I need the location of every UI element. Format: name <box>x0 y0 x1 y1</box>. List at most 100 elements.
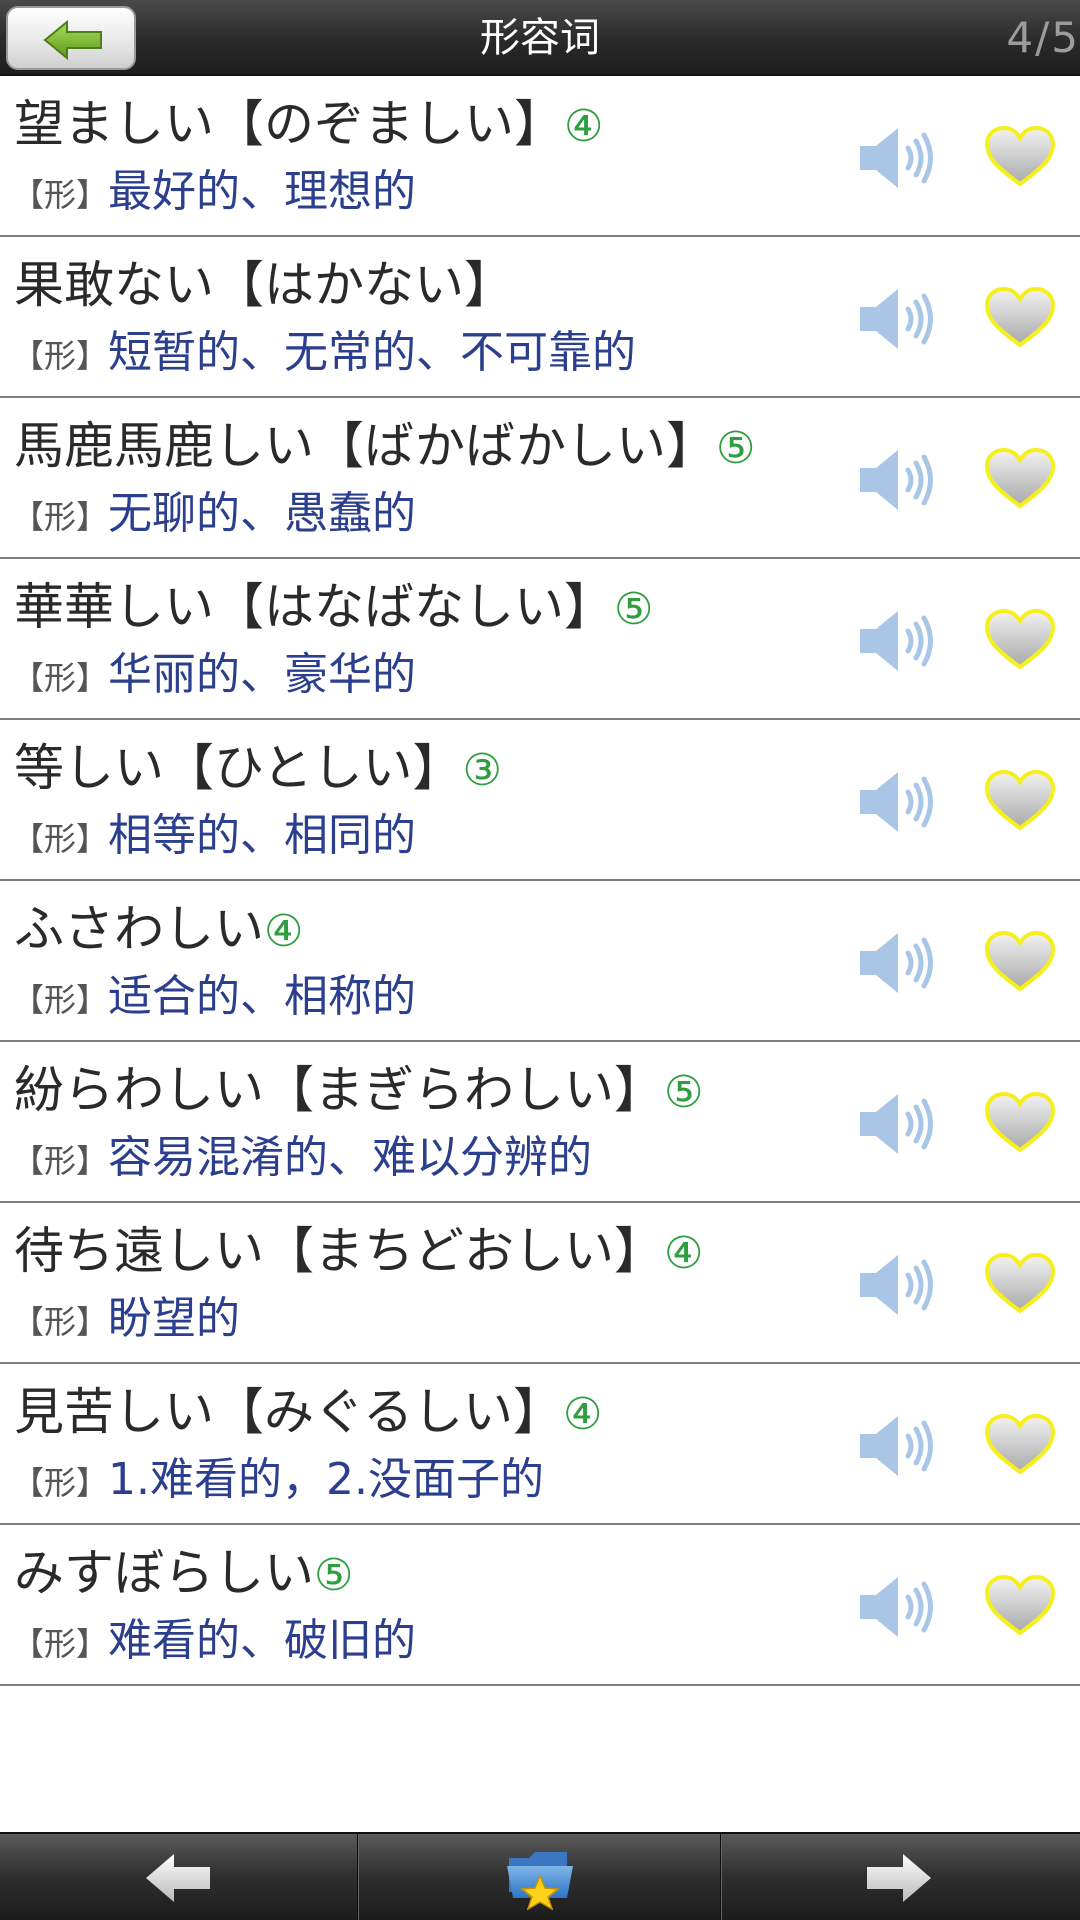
speaker-button[interactable] <box>858 285 938 353</box>
favorite-button[interactable] <box>984 930 1056 993</box>
word-row[interactable]: 見苦しい【みぐるしい】④ 【形】1.难看的，2.没面子的 <box>0 1364 1080 1525</box>
meaning-text: 短暂的、无常的、不可靠的 <box>108 327 637 378</box>
part-of-speech: 【形】 <box>12 981 109 1019</box>
favorite-button[interactable] <box>984 1252 1056 1315</box>
word-line: 紛らわしい【まぎらわしい】⑤ <box>14 1058 703 1122</box>
word-row[interactable]: みすぼらしい⑤ 【形】难看的、破旧的 <box>0 1525 1080 1686</box>
meaning-text: 最好的、理想的 <box>108 166 417 217</box>
word-text: 見苦しい【みぐるしい】 <box>14 1383 563 1441</box>
jlpt-level: ⑤ <box>716 423 756 474</box>
speaker-icon <box>860 611 933 671</box>
favorite-button[interactable] <box>984 1091 1056 1154</box>
part-of-speech: 【形】 <box>12 176 109 214</box>
speaker-button[interactable] <box>858 1573 938 1641</box>
toolbar-divider <box>720 1834 722 1920</box>
speaker-icon <box>860 1255 933 1315</box>
favorites-folder-button[interactable] <box>360 1834 720 1920</box>
meaning-line: 【形】容易混淆的、难以分辨的 <box>12 1130 592 1186</box>
jlpt-level: ④ <box>563 1389 603 1440</box>
speaker-button[interactable] <box>858 1412 938 1480</box>
speaker-button[interactable] <box>858 607 938 675</box>
heart-icon <box>984 286 1056 348</box>
part-of-speech: 【形】 <box>12 337 109 375</box>
meaning-line: 【形】华丽的、豪华的 <box>12 647 416 703</box>
heart-icon <box>984 930 1056 992</box>
speaker-icon <box>860 128 933 188</box>
word-row[interactable]: 望ましい【のぞましい】④ 【形】最好的、理想的 <box>0 76 1080 237</box>
speaker-icon <box>860 933 933 993</box>
word-line: 馬鹿馬鹿しい【ばかばかしい】⑤ <box>14 414 755 478</box>
heart-icon <box>984 608 1056 670</box>
heart-icon <box>984 1574 1056 1636</box>
jlpt-level: ④ <box>264 906 304 957</box>
speaker-icon <box>860 289 933 349</box>
heart-icon <box>984 447 1056 509</box>
previous-button[interactable] <box>0 1834 357 1920</box>
word-text: みすぼらしい <box>14 1544 314 1602</box>
word-line: 果敢ない【はかない】 <box>14 253 514 317</box>
word-list: 望ましい【のぞましい】④ 【形】最好的、理想的 果敢ない【はかない】 【形】短暂… <box>0 76 1080 1686</box>
jlpt-level: ⑤ <box>664 1067 704 1118</box>
speaker-button[interactable] <box>858 446 938 514</box>
word-row[interactable]: 華華しい【はなばなしい】⑤ 【形】华丽的、豪华的 <box>0 559 1080 720</box>
jlpt-level: ⑤ <box>314 1550 354 1601</box>
favorite-button[interactable] <box>984 125 1056 188</box>
speaker-button[interactable] <box>858 124 938 192</box>
jlpt-level: ⑤ <box>614 584 654 635</box>
part-of-speech: 【形】 <box>12 1142 109 1180</box>
meaning-line: 【形】1.难看的，2.没面子的 <box>12 1452 544 1508</box>
left-arrow-icon <box>146 1854 210 1902</box>
part-of-speech: 【形】 <box>12 1464 109 1502</box>
favorite-button[interactable] <box>984 608 1056 671</box>
speaker-button[interactable] <box>858 1090 938 1158</box>
top-bar: 形容词 4/5 <box>0 0 1080 76</box>
meaning-text: 华丽的、豪华的 <box>108 649 417 700</box>
word-row[interactable]: 等しい【ひとしい】③ 【形】相等的、相同的 <box>0 720 1080 881</box>
page-counter: 4/5 <box>1006 13 1080 62</box>
word-row[interactable]: 待ち遠しい【まちどおしい】④ 【形】盼望的 <box>0 1203 1080 1364</box>
speaker-icon <box>860 1094 933 1154</box>
meaning-line: 【形】盼望的 <box>12 1291 240 1347</box>
word-text: 華華しい【はなばなしい】 <box>14 578 614 636</box>
word-text: 紛らわしい【まぎらわしい】 <box>14 1061 664 1119</box>
meaning-line: 【形】适合的、相称的 <box>12 969 416 1025</box>
word-row[interactable]: ふさわしい④ 【形】适合的、相称的 <box>0 881 1080 1042</box>
favorite-button[interactable] <box>984 769 1056 832</box>
favorite-button[interactable] <box>984 447 1056 510</box>
jlpt-level: ③ <box>462 745 502 796</box>
meaning-text: 适合的、相称的 <box>108 971 417 1022</box>
word-row[interactable]: 紛らわしい【まぎらわしい】⑤ 【形】容易混淆的、难以分辨的 <box>0 1042 1080 1203</box>
star-folder-icon <box>507 1852 573 1910</box>
jlpt-level: ④ <box>564 101 604 152</box>
speaker-button[interactable] <box>858 768 938 836</box>
word-text: 馬鹿馬鹿しい【ばかばかしい】 <box>14 417 716 475</box>
meaning-text: 盼望的 <box>108 1293 241 1344</box>
toolbar-divider <box>357 1834 359 1920</box>
part-of-speech: 【形】 <box>12 1625 109 1663</box>
favorite-button[interactable] <box>984 1574 1056 1637</box>
heart-icon <box>984 1252 1056 1314</box>
bottom-toolbar <box>0 1832 1080 1920</box>
word-line: みすぼらしい⑤ <box>14 1541 353 1605</box>
speaker-button[interactable] <box>858 1251 938 1319</box>
word-text: 等しい【ひとしい】 <box>14 739 463 797</box>
part-of-speech: 【形】 <box>12 659 109 697</box>
meaning-line: 【形】最好的、理想的 <box>12 164 416 220</box>
heart-icon <box>984 125 1056 187</box>
speaker-button[interactable] <box>858 929 938 997</box>
meaning-line: 【形】短暂的、无常的、不可靠的 <box>12 325 636 381</box>
meaning-line: 【形】难看的、破旧的 <box>12 1613 416 1669</box>
jlpt-level: ④ <box>664 1228 704 1279</box>
page-title: 形容词 <box>480 15 600 61</box>
word-row[interactable]: 果敢ない【はかない】 【形】短暂的、无常的、不可靠的 <box>0 237 1080 398</box>
word-row[interactable]: 馬鹿馬鹿しい【ばかばかしい】⑤ 【形】无聊的、愚蠢的 <box>0 398 1080 559</box>
word-text: ふさわしい <box>14 900 264 958</box>
speaker-icon <box>860 1577 933 1637</box>
next-button[interactable] <box>723 1834 1080 1920</box>
part-of-speech: 【形】 <box>12 1303 109 1341</box>
word-line: ふさわしい④ <box>14 897 303 961</box>
favorite-button[interactable] <box>984 1413 1056 1476</box>
word-text: 果敢ない【はかない】 <box>14 256 514 314</box>
favorite-button[interactable] <box>984 286 1056 349</box>
heart-icon <box>984 769 1056 831</box>
